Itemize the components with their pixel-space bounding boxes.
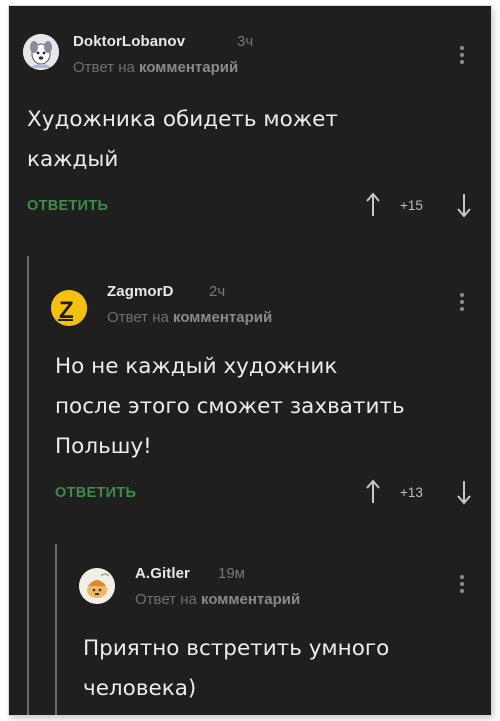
- comments-screen: DoktorLobanov 3ч Ответ на комментарий Ху…: [9, 6, 491, 715]
- avatar[interactable]: [79, 568, 115, 604]
- reply-button[interactable]: ОТВЕТИТЬ: [27, 198, 108, 214]
- comment-text-line: после этого сможет захватить: [55, 394, 405, 419]
- dog-avatar-icon: [23, 34, 59, 70]
- username[interactable]: DoktorLobanov: [73, 33, 185, 50]
- downvote-arrow-icon[interactable]: [456, 192, 472, 218]
- reply-to-link[interactable]: Ответ на комментарий: [73, 59, 238, 76]
- comment-text-line: Приятно встретить умного: [83, 636, 390, 661]
- reply-target: комментарий: [139, 59, 239, 76]
- upvote-arrow-icon[interactable]: [365, 192, 381, 218]
- comment-text-line: Но не каждый художник: [55, 354, 338, 379]
- comment-agitler: A.Gitler 19м Ответ на комментарий Приятн…: [9, 544, 491, 715]
- avatar[interactable]: [23, 34, 59, 70]
- comment-text: Но не каждый художник после этого сможет…: [55, 347, 405, 467]
- reply-prefix: Ответ на: [107, 309, 169, 326]
- comment-doktorlobanov: DoktorLobanov 3ч Ответ на комментарий Ху…: [9, 6, 491, 236]
- comment-zagmord: Z ZagmorD 2ч Ответ на комментарий Но не …: [9, 256, 491, 536]
- reply-button[interactable]: ОТВЕТИТЬ: [55, 485, 136, 501]
- more-options-icon[interactable]: [459, 575, 465, 596]
- comment-text-line: Польшу!: [55, 434, 152, 459]
- comment-text-line: человека): [83, 676, 197, 701]
- reply-prefix: Ответ на: [135, 591, 197, 608]
- reply-target: комментарий: [173, 309, 273, 326]
- cartoon-avatar-icon: [79, 568, 115, 604]
- username[interactable]: A.Gitler: [135, 565, 190, 582]
- reply-to-link[interactable]: Ответ на комментарий: [135, 591, 300, 608]
- comment-text-line: Художника обидеть может: [27, 107, 338, 132]
- comment-text: Приятно встретить умного человека): [83, 629, 389, 709]
- timestamp: 3ч: [237, 33, 254, 50]
- vote-score: +13: [400, 485, 423, 500]
- timestamp: 19м: [218, 565, 245, 582]
- reply-prefix: Ответ на: [73, 59, 135, 76]
- username[interactable]: ZagmorD: [107, 283, 174, 300]
- comment-text-line: каждый: [27, 147, 119, 172]
- timestamp: 2ч: [209, 283, 226, 300]
- upvote-arrow-icon[interactable]: [365, 479, 381, 505]
- more-options-icon[interactable]: [459, 46, 465, 67]
- reply-target: комментарий: [201, 591, 301, 608]
- vote-score: +15: [400, 198, 423, 213]
- more-options-icon[interactable]: [459, 293, 465, 314]
- reply-to-link[interactable]: Ответ на комментарий: [107, 309, 272, 326]
- downvote-arrow-icon[interactable]: [456, 479, 472, 505]
- comment-text: Художника обидеть может каждый: [27, 100, 338, 180]
- letter-avatar-icon: Z: [51, 290, 87, 326]
- avatar[interactable]: Z: [51, 290, 87, 326]
